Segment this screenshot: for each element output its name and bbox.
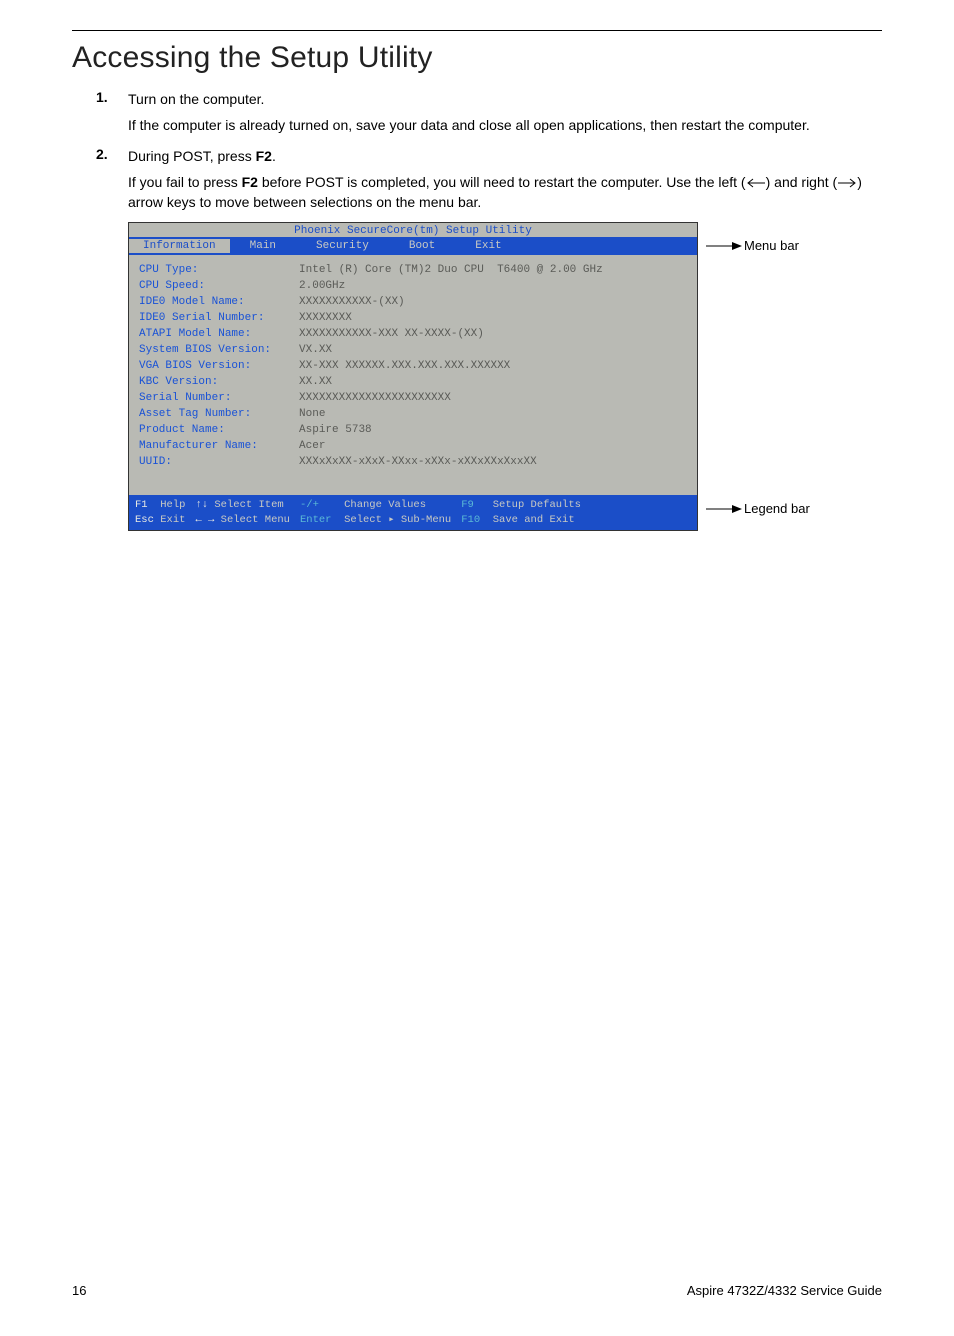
step-1-number: 1.	[96, 89, 128, 109]
legend-updown-key: ↑↓	[195, 499, 208, 511]
legend-setup-defaults: Setup Defaults	[493, 499, 581, 511]
step-2-key: F2	[256, 148, 272, 164]
legend-esc-key: Esc	[135, 514, 154, 526]
legend-select-sub: Select ▸ Sub-Menu	[344, 514, 451, 526]
legend-f1-key: F1	[135, 499, 148, 511]
step-2-sub: If you fail to press F2 before POST is c…	[128, 172, 882, 213]
callout-legend-bar: Legend bar	[744, 501, 810, 516]
legend-enter-key: Enter	[300, 514, 332, 526]
legend-select-item: Select Item	[214, 499, 283, 511]
legend-f10-key: F10	[461, 514, 480, 526]
callout-arrow-icon	[704, 504, 744, 514]
right-arrow-icon	[837, 178, 857, 188]
step-2-sub-d: ) and right (	[766, 174, 838, 190]
step-2-sub-key: F2	[242, 174, 258, 190]
callout-menu-bar: Menu bar	[744, 238, 799, 253]
step-2-sub-a: If you fail to press	[128, 174, 242, 190]
bios-menu-boot[interactable]: Boot	[389, 240, 455, 252]
bios-legend-bar: F1 Help Esc Exit ↑↓ Select Item ← → Sele…	[129, 495, 697, 529]
step-2-text: During POST, press F2.	[128, 146, 882, 166]
bios-menu-main[interactable]: Main	[230, 240, 296, 252]
step-2-text-a: During POST, press	[128, 148, 256, 164]
step-2-number: 2.	[96, 146, 128, 166]
legend-pm-key: -/+	[300, 499, 319, 511]
step-1-sub: If the computer is already turned on, sa…	[128, 115, 882, 135]
bios-menu-information[interactable]: Information	[129, 239, 230, 253]
bios-title: Phoenix SecureCore(tm) Setup Utility	[129, 223, 697, 237]
callout-arrow-icon	[704, 241, 744, 251]
footer-title: Aspire 4732Z/4332 Service Guide	[687, 1283, 882, 1298]
legend-change-values: Change Values	[344, 499, 426, 511]
bios-menu-bar: Information Main Security Boot Exit	[129, 237, 697, 255]
step-1-text: Turn on the computer.	[128, 89, 882, 109]
left-arrow-icon	[746, 178, 766, 188]
legend-exit: Exit	[160, 514, 185, 526]
bios-menu-security[interactable]: Security	[296, 240, 389, 252]
step-2-sub-c: before POST is completed, you will need …	[258, 174, 746, 190]
step-2-text-c: .	[272, 148, 276, 164]
legend-select-menu: Select Menu	[221, 514, 290, 526]
legend-leftright-key: ← →	[195, 514, 214, 526]
page-number: 16	[72, 1283, 86, 1298]
legend-f9-key: F9	[461, 499, 474, 511]
legend-help: Help	[160, 499, 185, 511]
legend-save-exit: Save and Exit	[493, 514, 575, 526]
bios-screenshot: Phoenix SecureCore(tm) Setup Utility Inf…	[128, 222, 698, 530]
bios-menu-exit[interactable]: Exit	[455, 240, 521, 252]
bios-field-values: Intel (R) Core (TM)2 Duo CPU T6400 @ 2.0…	[299, 263, 603, 487]
bios-body: CPU Type: CPU Speed: IDE0 Model Name: ID…	[129, 255, 697, 495]
bios-field-labels: CPU Type: CPU Speed: IDE0 Model Name: ID…	[139, 263, 271, 487]
page-heading: Accessing the Setup Utility	[72, 41, 882, 75]
